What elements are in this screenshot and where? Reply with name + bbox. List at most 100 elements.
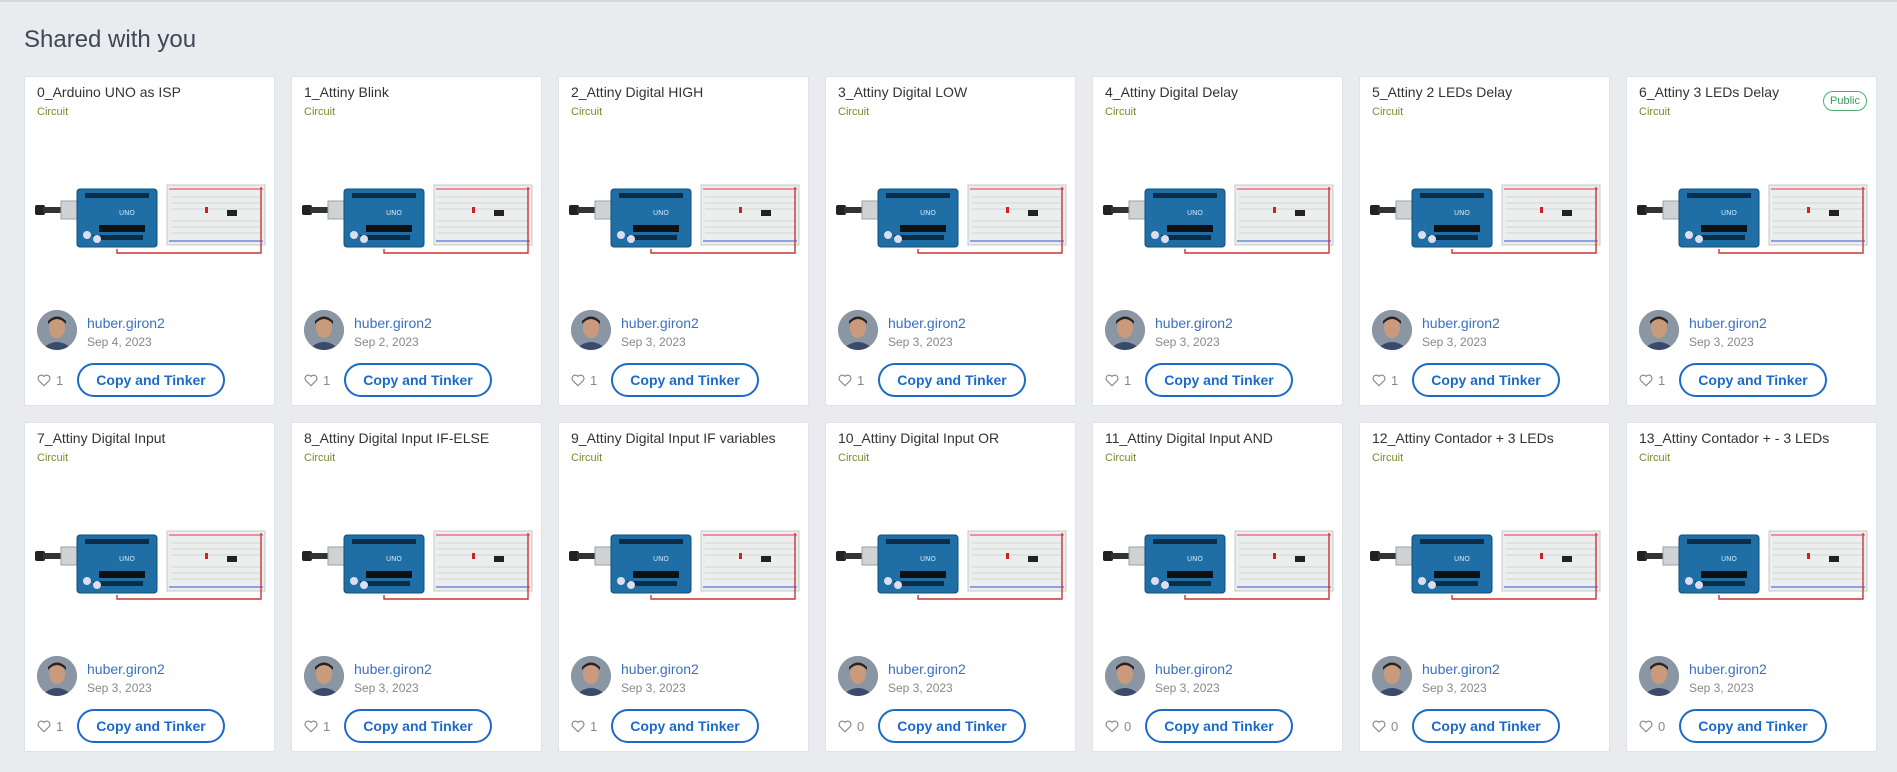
like-control[interactable]: 1 [838,373,864,388]
heart-icon[interactable] [1639,720,1653,733]
circuit-thumbnail[interactable]: UNO [35,513,268,603]
heart-icon[interactable] [571,374,585,387]
card-title[interactable]: 9_Attiny Digital Input IF variables [571,430,776,446]
author-avatar[interactable] [838,656,878,696]
heart-icon[interactable] [571,720,585,733]
design-card[interactable]: 2_Attiny Digital HIGH Circuit UNO huber.… [558,76,809,406]
author-avatar[interactable] [304,656,344,696]
like-control[interactable]: 0 [838,719,864,734]
like-control[interactable]: 1 [1372,373,1398,388]
card-title[interactable]: 3_Attiny Digital LOW [838,84,967,100]
copy-and-tinker-button[interactable]: Copy and Tinker [1145,363,1293,397]
card-title[interactable]: 8_Attiny Digital Input IF-ELSE [304,430,489,446]
design-card[interactable]: 11_Attiny Digital Input AND Circuit UNO [1092,422,1343,752]
design-card[interactable]: 7_Attiny Digital Input Circuit UNO huber… [24,422,275,752]
author-avatar[interactable] [1105,656,1145,696]
like-control[interactable]: 1 [571,373,597,388]
author-avatar[interactable] [571,310,611,350]
like-control[interactable]: 1 [37,719,63,734]
design-card[interactable]: 8_Attiny Digital Input IF-ELSE Circuit U… [291,422,542,752]
copy-and-tinker-button[interactable]: Copy and Tinker [878,709,1026,743]
design-card[interactable]: 6_Attiny 3 LEDs Delay Circuit Public UNO [1626,76,1877,406]
card-title[interactable]: 11_Attiny Digital Input AND [1105,430,1273,446]
copy-and-tinker-button[interactable]: Copy and Tinker [1145,709,1293,743]
author-avatar[interactable] [838,310,878,350]
copy-and-tinker-button[interactable]: Copy and Tinker [611,363,759,397]
circuit-thumbnail[interactable]: UNO [1370,513,1603,603]
design-card[interactable]: 0_Arduino UNO as ISP Circuit UNO huber.g… [24,76,275,406]
design-card[interactable]: 13_Attiny Contador + - 3 LEDs Circuit UN… [1626,422,1877,752]
heart-icon[interactable] [838,720,852,733]
author-link[interactable]: huber.giron2 [1422,315,1500,331]
heart-icon[interactable] [838,374,852,387]
author-link[interactable]: huber.giron2 [888,661,966,677]
copy-and-tinker-button[interactable]: Copy and Tinker [878,363,1026,397]
card-title[interactable]: 6_Attiny 3 LEDs Delay [1639,84,1779,100]
heart-icon[interactable] [37,720,51,733]
design-card[interactable]: 5_Attiny 2 LEDs Delay Circuit UNO huber.… [1359,76,1610,406]
like-control[interactable]: 0 [1639,719,1665,734]
author-avatar[interactable] [37,310,77,350]
author-link[interactable]: huber.giron2 [354,315,432,331]
author-avatar[interactable] [1639,656,1679,696]
like-control[interactable]: 1 [1105,373,1131,388]
copy-and-tinker-button[interactable]: Copy and Tinker [77,709,225,743]
heart-icon[interactable] [304,374,318,387]
like-control[interactable]: 1 [304,373,330,388]
heart-icon[interactable] [1105,374,1119,387]
circuit-thumbnail[interactable]: UNO [569,167,802,257]
card-title[interactable]: 1_Attiny Blink [304,84,389,100]
author-link[interactable]: huber.giron2 [1155,315,1233,331]
author-link[interactable]: huber.giron2 [1155,661,1233,677]
copy-and-tinker-button[interactable]: Copy and Tinker [611,709,759,743]
design-card[interactable]: 4_Attiny Digital Delay Circuit UNO huber… [1092,76,1343,406]
author-avatar[interactable] [1372,310,1412,350]
author-link[interactable]: huber.giron2 [621,661,699,677]
author-avatar[interactable] [1105,310,1145,350]
design-card[interactable]: 9_Attiny Digital Input IF variables Circ… [558,422,809,752]
card-title[interactable]: 4_Attiny Digital Delay [1105,84,1238,100]
like-control[interactable]: 1 [1639,373,1665,388]
card-title[interactable]: 13_Attiny Contador + - 3 LEDs [1639,430,1829,446]
author-link[interactable]: huber.giron2 [87,315,165,331]
author-link[interactable]: huber.giron2 [621,315,699,331]
circuit-thumbnail[interactable]: UNO [569,513,802,603]
author-link[interactable]: huber.giron2 [1689,315,1767,331]
heart-icon[interactable] [1372,720,1386,733]
card-title[interactable]: 2_Attiny Digital HIGH [571,84,703,100]
copy-and-tinker-button[interactable]: Copy and Tinker [1412,363,1560,397]
card-title[interactable]: 5_Attiny 2 LEDs Delay [1372,84,1512,100]
copy-and-tinker-button[interactable]: Copy and Tinker [344,363,492,397]
circuit-thumbnail[interactable]: UNO [1637,167,1870,257]
card-title[interactable]: 12_Attiny Contador + 3 LEDs [1372,430,1554,446]
like-control[interactable]: 1 [571,719,597,734]
author-link[interactable]: huber.giron2 [354,661,432,677]
circuit-thumbnail[interactable]: UNO [302,513,535,603]
heart-icon[interactable] [1105,720,1119,733]
card-title[interactable]: 0_Arduino UNO as ISP [37,84,181,100]
circuit-thumbnail[interactable]: UNO [836,513,1069,603]
copy-and-tinker-button[interactable]: Copy and Tinker [1412,709,1560,743]
heart-icon[interactable] [37,374,51,387]
author-link[interactable]: huber.giron2 [1689,661,1767,677]
circuit-thumbnail[interactable]: UNO [1370,167,1603,257]
author-avatar[interactable] [571,656,611,696]
design-card[interactable]: 12_Attiny Contador + 3 LEDs Circuit UNO [1359,422,1610,752]
card-title[interactable]: 7_Attiny Digital Input [37,430,165,446]
heart-icon[interactable] [1372,374,1386,387]
like-control[interactable]: 0 [1105,719,1131,734]
copy-and-tinker-button[interactable]: Copy and Tinker [1679,709,1827,743]
circuit-thumbnail[interactable]: UNO [35,167,268,257]
circuit-thumbnail[interactable]: UNO [836,167,1069,257]
design-card[interactable]: 10_Attiny Digital Input OR Circuit UNO h… [825,422,1076,752]
copy-and-tinker-button[interactable]: Copy and Tinker [344,709,492,743]
heart-icon[interactable] [1639,374,1653,387]
design-card[interactable]: 3_Attiny Digital LOW Circuit UNO huber.g… [825,76,1076,406]
circuit-thumbnail[interactable]: UNO [1103,167,1336,257]
like-control[interactable]: 1 [37,373,63,388]
circuit-thumbnail[interactable]: UNO [302,167,535,257]
heart-icon[interactable] [304,720,318,733]
author-avatar[interactable] [1372,656,1412,696]
copy-and-tinker-button[interactable]: Copy and Tinker [77,363,225,397]
circuit-thumbnail[interactable]: UNO [1637,513,1870,603]
